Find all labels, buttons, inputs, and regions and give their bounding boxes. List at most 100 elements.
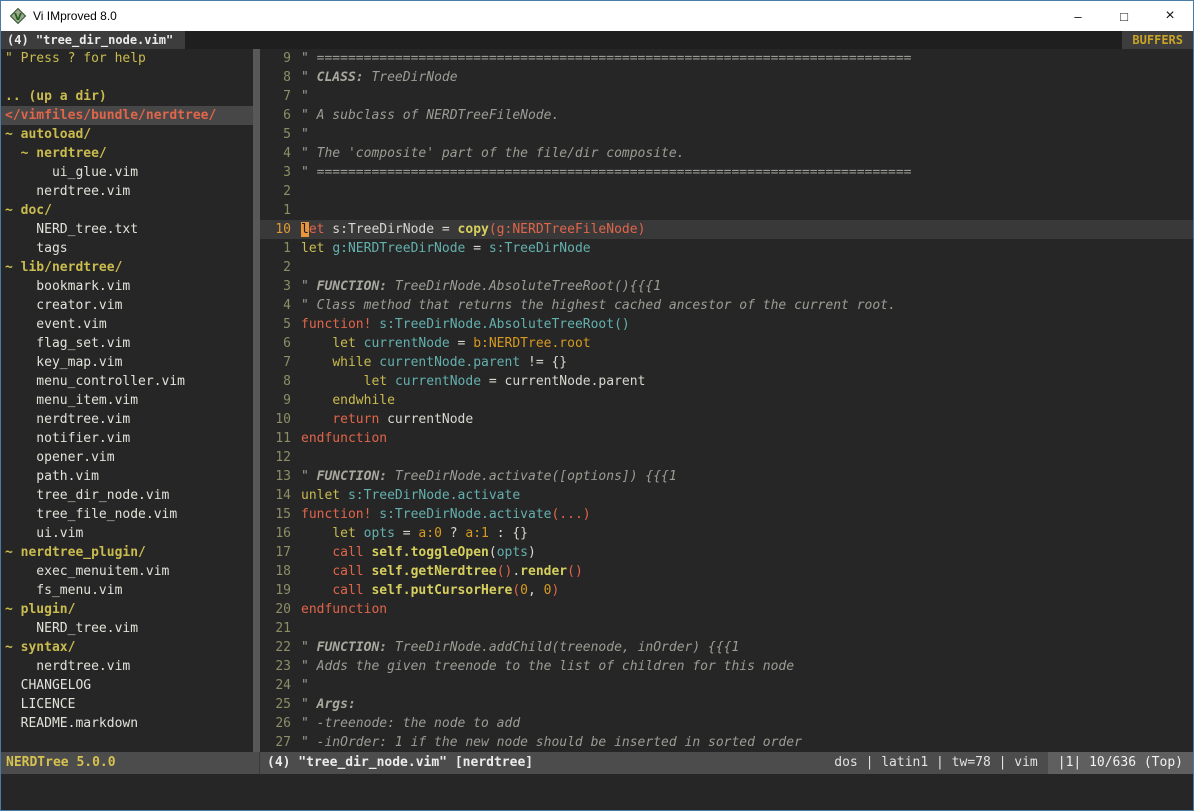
buffers-label[interactable]: BUFFERS	[1122, 31, 1193, 49]
tree-node[interactable]: ~ syntax/	[5, 638, 253, 657]
tree-node[interactable]: exec_menuitem.vim	[5, 562, 253, 581]
code-line[interactable]: 18 call self.getNerdtree().render()	[260, 562, 1193, 581]
code-line[interactable]: 7"	[260, 87, 1193, 106]
code-segment: "	[301, 89, 309, 104]
code-line[interactable]: 7 while currentNode.parent != {}	[260, 353, 1193, 372]
tree-node[interactable]: opener.vim	[5, 448, 253, 467]
code-line[interactable]: 4" The 'composite' part of the file/dir …	[260, 144, 1193, 163]
code-line[interactable]: 4" Class method that returns the highest…	[260, 296, 1193, 315]
code-line[interactable]: 8" CLASS: TreeDirNode	[260, 68, 1193, 87]
tree-node[interactable]: ~ autoload/	[5, 125, 253, 144]
tree-node[interactable]: README.markdown	[5, 714, 253, 733]
code-line[interactable]: 3" FUNCTION: TreeDirNode.AbsoluteTreeRoo…	[260, 277, 1193, 296]
code-line[interactable]: 19 call self.putCursorHere(0, 0)	[260, 581, 1193, 600]
code-line[interactable]: 6 let currentNode = b:NERDTree.root	[260, 334, 1193, 353]
code-segment: (g:NERDTreeFileNode)	[489, 222, 646, 237]
code-segment: TreeDirNode.AbsoluteTreeRoot(){{{1	[387, 279, 661, 294]
code-line[interactable]: 1	[260, 201, 1193, 220]
code-line[interactable]: 21	[260, 619, 1193, 638]
code-segment: ()	[497, 564, 513, 579]
tree-node[interactable]: path.vim	[5, 467, 253, 486]
code-segment: " ======================================…	[301, 51, 911, 66]
tree-node[interactable]: nerdtree.vim	[5, 657, 253, 676]
code-line[interactable]: 12	[260, 448, 1193, 467]
code-segment: =	[450, 336, 473, 351]
code-text: let s:TreeDirNode = copy(g:NERDTreeFileN…	[301, 222, 645, 237]
line-number: 21	[260, 619, 291, 638]
code-line[interactable]: 23" Adds the given treenode to the list …	[260, 657, 1193, 676]
code-line[interactable]: 10 return currentNode	[260, 410, 1193, 429]
tree-node[interactable]: NERD_tree.vim	[5, 619, 253, 638]
tree-node[interactable]	[5, 68, 253, 87]
tree-node[interactable]: ~ nerdtree/	[5, 144, 253, 163]
tree-node[interactable]: LICENCE	[5, 695, 253, 714]
code-line[interactable]: 22" FUNCTION: TreeDirNode.addChild(treen…	[260, 638, 1193, 657]
code-text: call self.putCursorHere(0, 0)	[301, 583, 559, 598]
code-line[interactable]: 3" =====================================…	[260, 163, 1193, 182]
tree-node[interactable]: tree_dir_node.vim	[5, 486, 253, 505]
code-line[interactable]: 9 endwhile	[260, 391, 1193, 410]
code-line[interactable]: 2	[260, 182, 1193, 201]
code-line[interactable]: 24"	[260, 676, 1193, 695]
tree-node[interactable]: ui_glue.vim	[5, 163, 253, 182]
code-line[interactable]: 11endfunction	[260, 429, 1193, 448]
code-segment: = currentNode.parent	[481, 374, 645, 389]
code-line[interactable]: 27" -inOrder: 1 if the new node should b…	[260, 733, 1193, 752]
code-line[interactable]: 26" -treenode: the node to add	[260, 714, 1193, 733]
tree-node[interactable]: bookmark.vim	[5, 277, 253, 296]
code-line[interactable]: 13" FUNCTION: TreeDirNode.activate([opti…	[260, 467, 1193, 486]
code-segment	[301, 545, 332, 560]
tree-node[interactable]: ~ nerdtree_plugin/	[5, 543, 253, 562]
tree-node[interactable]: " Press ? for help	[5, 49, 253, 68]
code-line[interactable]: 9" =====================================…	[260, 49, 1193, 68]
close-button[interactable]: ×	[1147, 1, 1193, 31]
window-split-separator[interactable]	[253, 49, 260, 752]
maximize-button[interactable]: □	[1101, 1, 1147, 31]
tree-node[interactable]: NERD_tree.txt	[5, 220, 253, 239]
tree-node[interactable]: CHANGELOG	[5, 676, 253, 695]
tree-node[interactable]: key_map.vim	[5, 353, 253, 372]
tree-node[interactable]: ~ doc/	[5, 201, 253, 220]
window-title: Vi IMproved 8.0	[33, 9, 117, 23]
code-line[interactable]: 5function! s:TreeDirNode.AbsoluteTreeRoo…	[260, 315, 1193, 334]
code-line[interactable]: 25" Args:	[260, 695, 1193, 714]
tree-node[interactable]: fs_menu.vim	[5, 581, 253, 600]
code-line[interactable]: 16 let opts = a:0 ? a:1 : {}	[260, 524, 1193, 543]
code-segment: TreeDirNode.addChild(treenode, inOrder) …	[387, 640, 739, 655]
tree-node[interactable]: nerdtree.vim	[5, 410, 253, 429]
tree-node[interactable]: menu_item.vim	[5, 391, 253, 410]
tree-node[interactable]: notifier.vim	[5, 429, 253, 448]
code-line[interactable]: 8 let currentNode = currentNode.parent	[260, 372, 1193, 391]
tree-node[interactable]: nerdtree.vim	[5, 182, 253, 201]
code-line-current[interactable]: 10let s:TreeDirNode = copy(g:NERDTreeFil…	[260, 220, 1193, 239]
code-text: " The 'composite' part of the file/dir c…	[301, 146, 685, 161]
tree-node[interactable]: tree_file_node.vim	[5, 505, 253, 524]
code-line[interactable]: 15function! s:TreeDirNode.activate(...)	[260, 505, 1193, 524]
tree-node[interactable]: menu_controller.vim	[5, 372, 253, 391]
line-number: 4	[260, 296, 291, 315]
code-segment: "	[301, 279, 317, 294]
code-segment: currentNode	[379, 412, 473, 427]
code-line[interactable]: 20endfunction	[260, 600, 1193, 619]
tree-node[interactable]: ui.vim	[5, 524, 253, 543]
tree-node[interactable]: ~ plugin/	[5, 600, 253, 619]
statusline-format-info: dos | latin1 | tw=78 | vim	[834, 752, 1048, 774]
code-line[interactable]: 5"	[260, 125, 1193, 144]
tree-node[interactable]: flag_set.vim	[5, 334, 253, 353]
code-line[interactable]: 17 call self.toggleOpen(opts)	[260, 543, 1193, 562]
tree-node[interactable]: tags	[5, 239, 253, 258]
minimize-button[interactable]: –	[1055, 1, 1101, 31]
tree-node[interactable]: creator.vim	[5, 296, 253, 315]
tree-node[interactable]: ~ lib/nerdtree/	[5, 258, 253, 277]
code-line[interactable]: 6" A subclass of NERDTreeFileNode.	[260, 106, 1193, 125]
code-text: " Adds the given treenode to the list of…	[301, 659, 794, 674]
tree-node[interactable]: event.vim	[5, 315, 253, 334]
command-line[interactable]	[1, 774, 1193, 810]
tree-node[interactable]: .. (up a dir)	[5, 87, 253, 106]
code-segment: (	[512, 583, 520, 598]
tab-current[interactable]: (4) "tree_dir_node.vim"	[1, 31, 185, 49]
code-line[interactable]: 14unlet s:TreeDirNode.activate	[260, 486, 1193, 505]
code-line[interactable]: 2	[260, 258, 1193, 277]
tree-root-node[interactable]: </vimfiles/bundle/nerdtree/	[1, 106, 253, 125]
code-line[interactable]: 1let g:NERDTreeDirNode = s:TreeDirNode	[260, 239, 1193, 258]
